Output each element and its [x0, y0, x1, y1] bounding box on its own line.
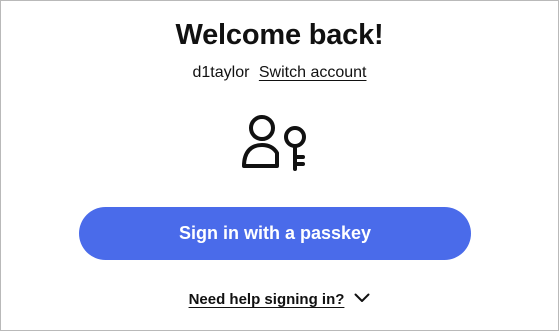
user-key-icon — [242, 115, 306, 171]
account-row: d1taylor Switch account — [1, 63, 558, 83]
sign-in-with-passkey-button[interactable]: Sign in with a passkey — [79, 207, 471, 260]
chevron-down-icon — [354, 293, 370, 303]
switch-account-link[interactable]: Switch account — [259, 64, 367, 81]
need-help-toggle[interactable]: Need help signing in? — [1, 290, 558, 310]
username: d1taylor — [192, 64, 250, 81]
sign-in-panel: Welcome back! d1taylor Switch account Si… — [0, 0, 559, 331]
need-help-link[interactable]: Need help signing in? — [189, 291, 345, 308]
page-title: Welcome back! — [175, 19, 384, 51]
